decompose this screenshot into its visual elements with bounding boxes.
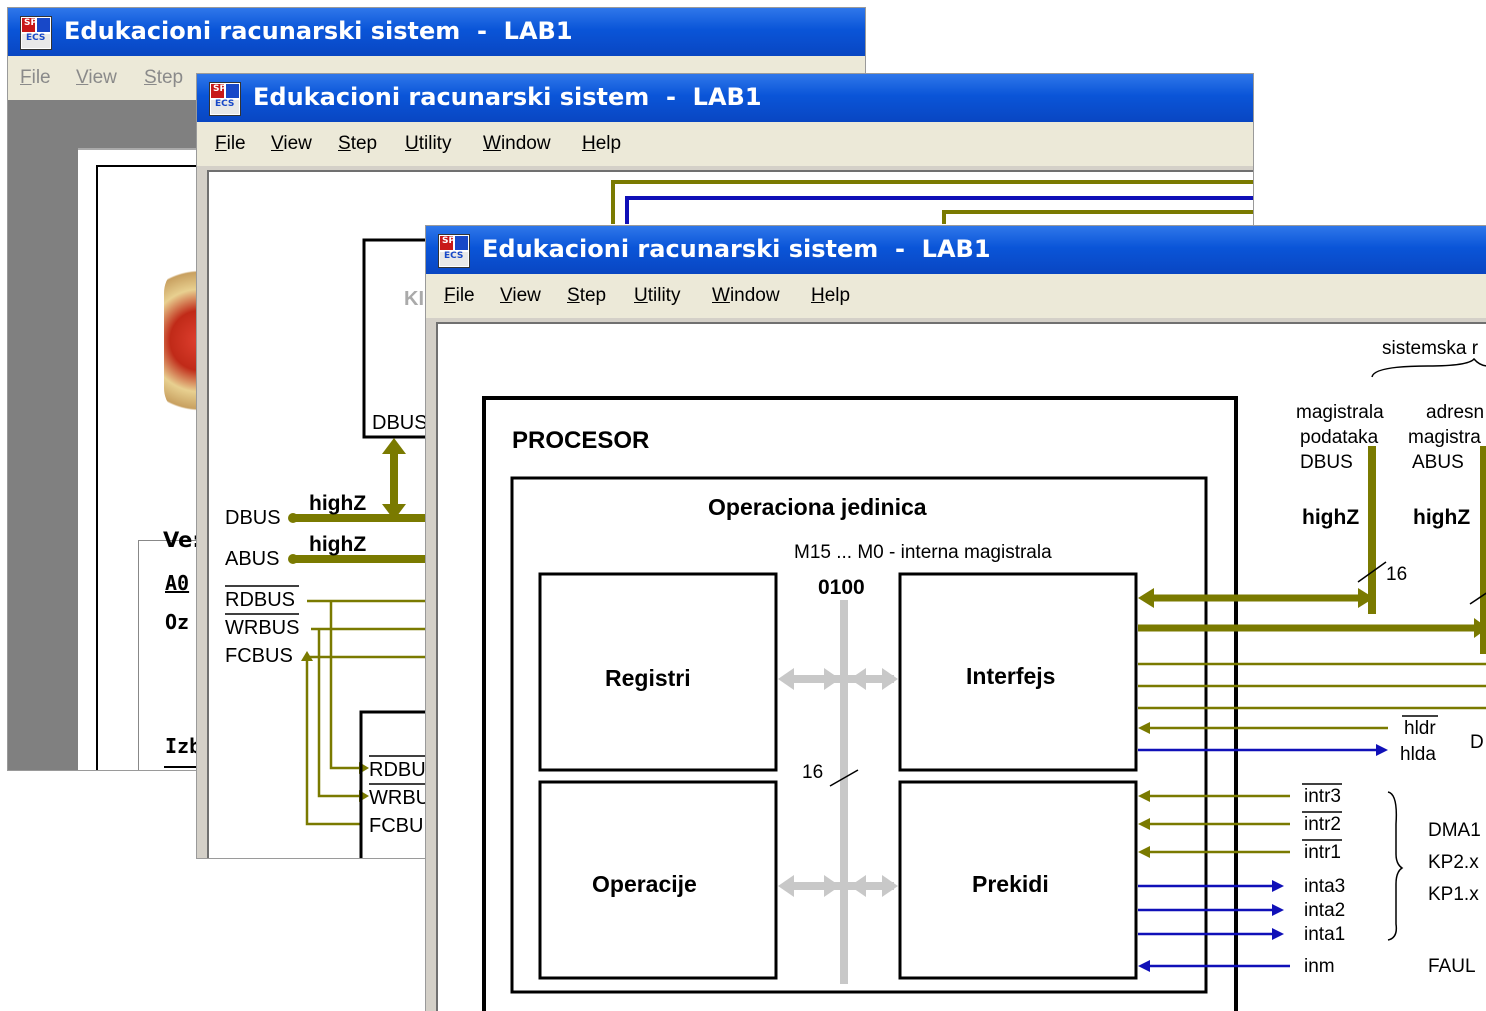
internal-bus-label: M15 ... M0 - interna magistrala [794, 542, 1052, 563]
front-titlebar[interactable]: SP ECS Edukacioni racunarski sistem - LAB… [426, 226, 1486, 274]
inta1-label: inta1 [1304, 924, 1345, 945]
gray-arrows [778, 668, 898, 897]
device-dma1: DMA1 [1428, 820, 1481, 841]
front-window[interactable]: SP ECS Edukacioni racunarski sistem - LAB… [426, 226, 1486, 1011]
interrupt-brace [1387, 791, 1404, 941]
internal-bus-width: 16 [802, 762, 823, 783]
abus-label-3: ABUS [1412, 452, 1464, 473]
menu-window[interactable]: Window [712, 285, 780, 307]
lower-rdbu: RDBU [369, 759, 426, 781]
dbus-highz: highZ [1302, 506, 1359, 529]
inta3-label: inta3 [1304, 876, 1345, 897]
middle-titlebar[interactable]: SP ECS Edukacioni racunarski sistem - LAB… [197, 74, 1253, 122]
procesor-title: PROCESOR [512, 427, 649, 454]
menu-file[interactable]: File [215, 133, 246, 155]
intr2-label: intr2 [1304, 814, 1341, 835]
sig-abus: ABUS [225, 548, 279, 570]
intr3-label: intr3 [1304, 786, 1341, 807]
sig-dbus: DBUS [225, 507, 281, 529]
back-titlebar[interactable]: SP ECS Edukacioni racunarski sistem - LAB… [8, 8, 865, 56]
sistemska-label: sistemska r [1382, 338, 1479, 359]
window-title: Edukacioni racunarski sistem - LAB1 [64, 17, 573, 45]
device-kp2: KP2.x [1428, 852, 1479, 873]
app-icon: SP ECS [20, 16, 52, 50]
menu-file[interactable]: File [20, 67, 51, 89]
sig-wrbus: WRBUS [225, 617, 299, 639]
dbus-label-2: podataka [1300, 427, 1379, 448]
abus-highz: highZ [1413, 506, 1470, 529]
operaciona-title: Operaciona jedinica [708, 494, 927, 520]
back-label-oz: Oz [165, 610, 190, 634]
menu-view[interactable]: View [500, 285, 541, 307]
front-menubar: File View Step Utility Window Help [426, 274, 1486, 318]
intr1-label: intr1 [1304, 842, 1341, 863]
front-canvas: sistemska r magistrala podataka DBUS adr… [436, 322, 1486, 1011]
dbus-label-3: DBUS [1300, 452, 1353, 473]
abus-label-2: magistra [1408, 427, 1481, 448]
menu-view[interactable]: View [76, 67, 117, 89]
window-title: Edukacioni racunarski sistem - LAB1 [482, 235, 991, 263]
fault-label: FAUL [1428, 956, 1476, 977]
interfejs-label: Interfejs [966, 663, 1055, 689]
top-olive-line [611, 180, 1253, 224]
lower-wrbu: WRBU [369, 787, 430, 809]
abus-highz: highZ [309, 533, 366, 556]
device-kp1: KP1.x [1428, 884, 1479, 905]
dbus-label-1: magistrala [1296, 402, 1384, 423]
menu-step[interactable]: Step [567, 285, 606, 307]
kp-label: KI [404, 288, 424, 310]
arrow-up [382, 438, 406, 454]
hldr-label: hldr [1404, 718, 1436, 739]
dbus-width: 16 [1386, 564, 1407, 585]
menu-view[interactable]: View [271, 133, 312, 155]
menu-step[interactable]: Step [338, 133, 377, 155]
processor-schematic: sistemska r magistrala podataka DBUS adr… [482, 338, 1486, 1011]
abus-label-1: adresn [1426, 402, 1484, 423]
menu-help[interactable]: Help [811, 285, 850, 307]
menu-help[interactable]: Help [582, 133, 621, 155]
menu-file[interactable]: File [444, 285, 475, 307]
d-label: D [1470, 732, 1484, 753]
menu-window[interactable]: Window [483, 133, 551, 155]
kp-dbus-label: DBUS [372, 412, 428, 434]
back-label-a0: A0 [165, 571, 190, 595]
back-label-ve: Ve: [163, 528, 201, 552]
dbus-highz: highZ [309, 492, 366, 515]
menu-utility[interactable]: Utility [634, 285, 680, 307]
app-icon: SP ECS [438, 234, 470, 268]
lower-fcbu: FCBU [369, 815, 423, 837]
menu-utility[interactable]: Utility [405, 133, 451, 155]
operacije-label: Operacije [592, 871, 697, 897]
menu-step[interactable]: Step [144, 67, 183, 89]
hlda-label: hlda [1400, 744, 1436, 765]
sistemska-brace [1371, 357, 1486, 378]
middle-menubar: File View Step Utility Window Help [197, 122, 1253, 166]
sig-rdbus: RDBUS [225, 589, 295, 611]
sig-fcbus: FCBUS [225, 645, 293, 667]
app-icon: SP ECS [209, 82, 241, 116]
inm-label: inm [1304, 956, 1335, 977]
window-title: Edukacioni racunarski sistem - LAB1 [253, 83, 762, 111]
top-olive-line-2 [942, 210, 1253, 224]
prekidi-label: Prekidi [972, 871, 1049, 897]
back-label-izb: Izb [165, 734, 202, 758]
inta2-label: inta2 [1304, 900, 1345, 921]
internal-bus-value: 0100 [818, 576, 865, 599]
registri-label: Registri [605, 665, 691, 691]
